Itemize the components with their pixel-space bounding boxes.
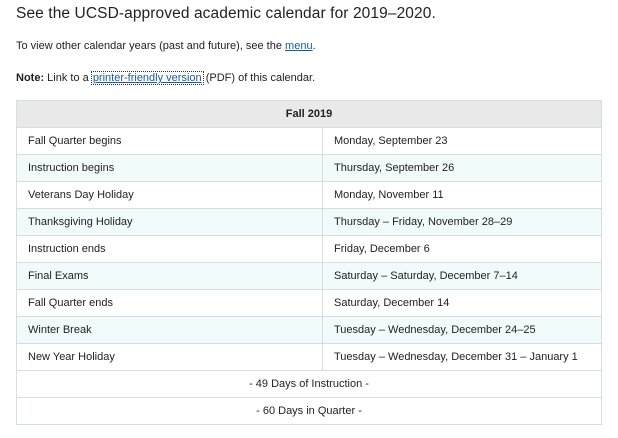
instruction-days-summary: - 49 Days of Instruction - — [16, 370, 602, 398]
table-row: New Year Holiday Tuesday – Wednesday, De… — [16, 343, 602, 371]
table-row: Fall Quarter ends Saturday, December 14 — [16, 289, 602, 317]
event-cell: Winter Break — [16, 316, 323, 344]
event-cell: Fall Quarter ends — [16, 289, 323, 317]
table-row: Final Exams Saturday – Saturday, Decembe… — [16, 262, 602, 290]
date-cell: Thursday – Friday, November 28–29 — [322, 208, 602, 236]
event-cell: Thanksgiving Holiday — [16, 208, 323, 236]
view-other-years-text: To view other calendar years (past and f… — [16, 40, 316, 52]
note-text: Note: Link to a printer-friendly version… — [16, 71, 316, 85]
table-row: Fall Quarter begins Monday, September 23 — [16, 127, 602, 155]
table-header-row: Fall 2019 — [16, 100, 602, 128]
menu-link[interactable]: menu — [285, 40, 313, 52]
term-header: Fall 2019 — [16, 100, 602, 128]
view-other-prefix: To view other calendar years (past and f… — [16, 40, 286, 52]
date-cell: Saturday – Saturday, December 7–14 — [322, 262, 602, 290]
table-row: Thanksgiving Holiday Thursday – Friday, … — [16, 208, 602, 236]
date-cell: Friday, December 6 — [322, 235, 602, 263]
summary-row: - 49 Days of Instruction - — [16, 370, 602, 398]
table-row: Winter Break Tuesday – Wednesday, Decemb… — [16, 316, 602, 344]
table-row: Instruction ends Friday, December 6 — [16, 235, 602, 263]
event-cell: Final Exams — [16, 262, 323, 290]
quarter-days-summary: - 60 Days in Quarter - — [16, 397, 602, 425]
date-cell: Thursday, September 26 — [322, 154, 602, 182]
printer-friendly-link[interactable]: printer-friendly version — [90, 71, 204, 85]
note-prefix: Link to a — [44, 72, 92, 84]
summary-row: - 60 Days in Quarter - — [16, 397, 602, 425]
date-cell: Monday, September 23 — [322, 127, 602, 155]
note-suffix: (PDF) of this calendar. — [202, 72, 316, 84]
note-label: Note: — [16, 72, 45, 84]
date-cell: Tuesday – Wednesday, December 31 – Janua… — [322, 343, 602, 371]
fall-calendar-table: Fall 2019 Fall Quarter begins Monday, Se… — [16, 100, 602, 425]
table-row: Veterans Day Holiday Monday, November 11 — [16, 181, 602, 209]
event-cell: Instruction begins — [16, 154, 323, 182]
event-cell: Veterans Day Holiday — [16, 181, 323, 209]
date-cell: Tuesday – Wednesday, December 24–25 — [322, 316, 602, 344]
table-row: Instruction begins Thursday, September 2… — [16, 154, 602, 182]
date-cell: Monday, November 11 — [322, 181, 602, 209]
event-cell: Fall Quarter begins — [16, 127, 323, 155]
view-other-suffix: . — [312, 40, 316, 52]
event-cell: Instruction ends — [16, 235, 323, 263]
event-cell: New Year Holiday — [16, 343, 323, 371]
date-cell: Saturday, December 14 — [322, 289, 602, 317]
page-heading: See the UCSD-approved academic calendar … — [16, 5, 436, 22]
